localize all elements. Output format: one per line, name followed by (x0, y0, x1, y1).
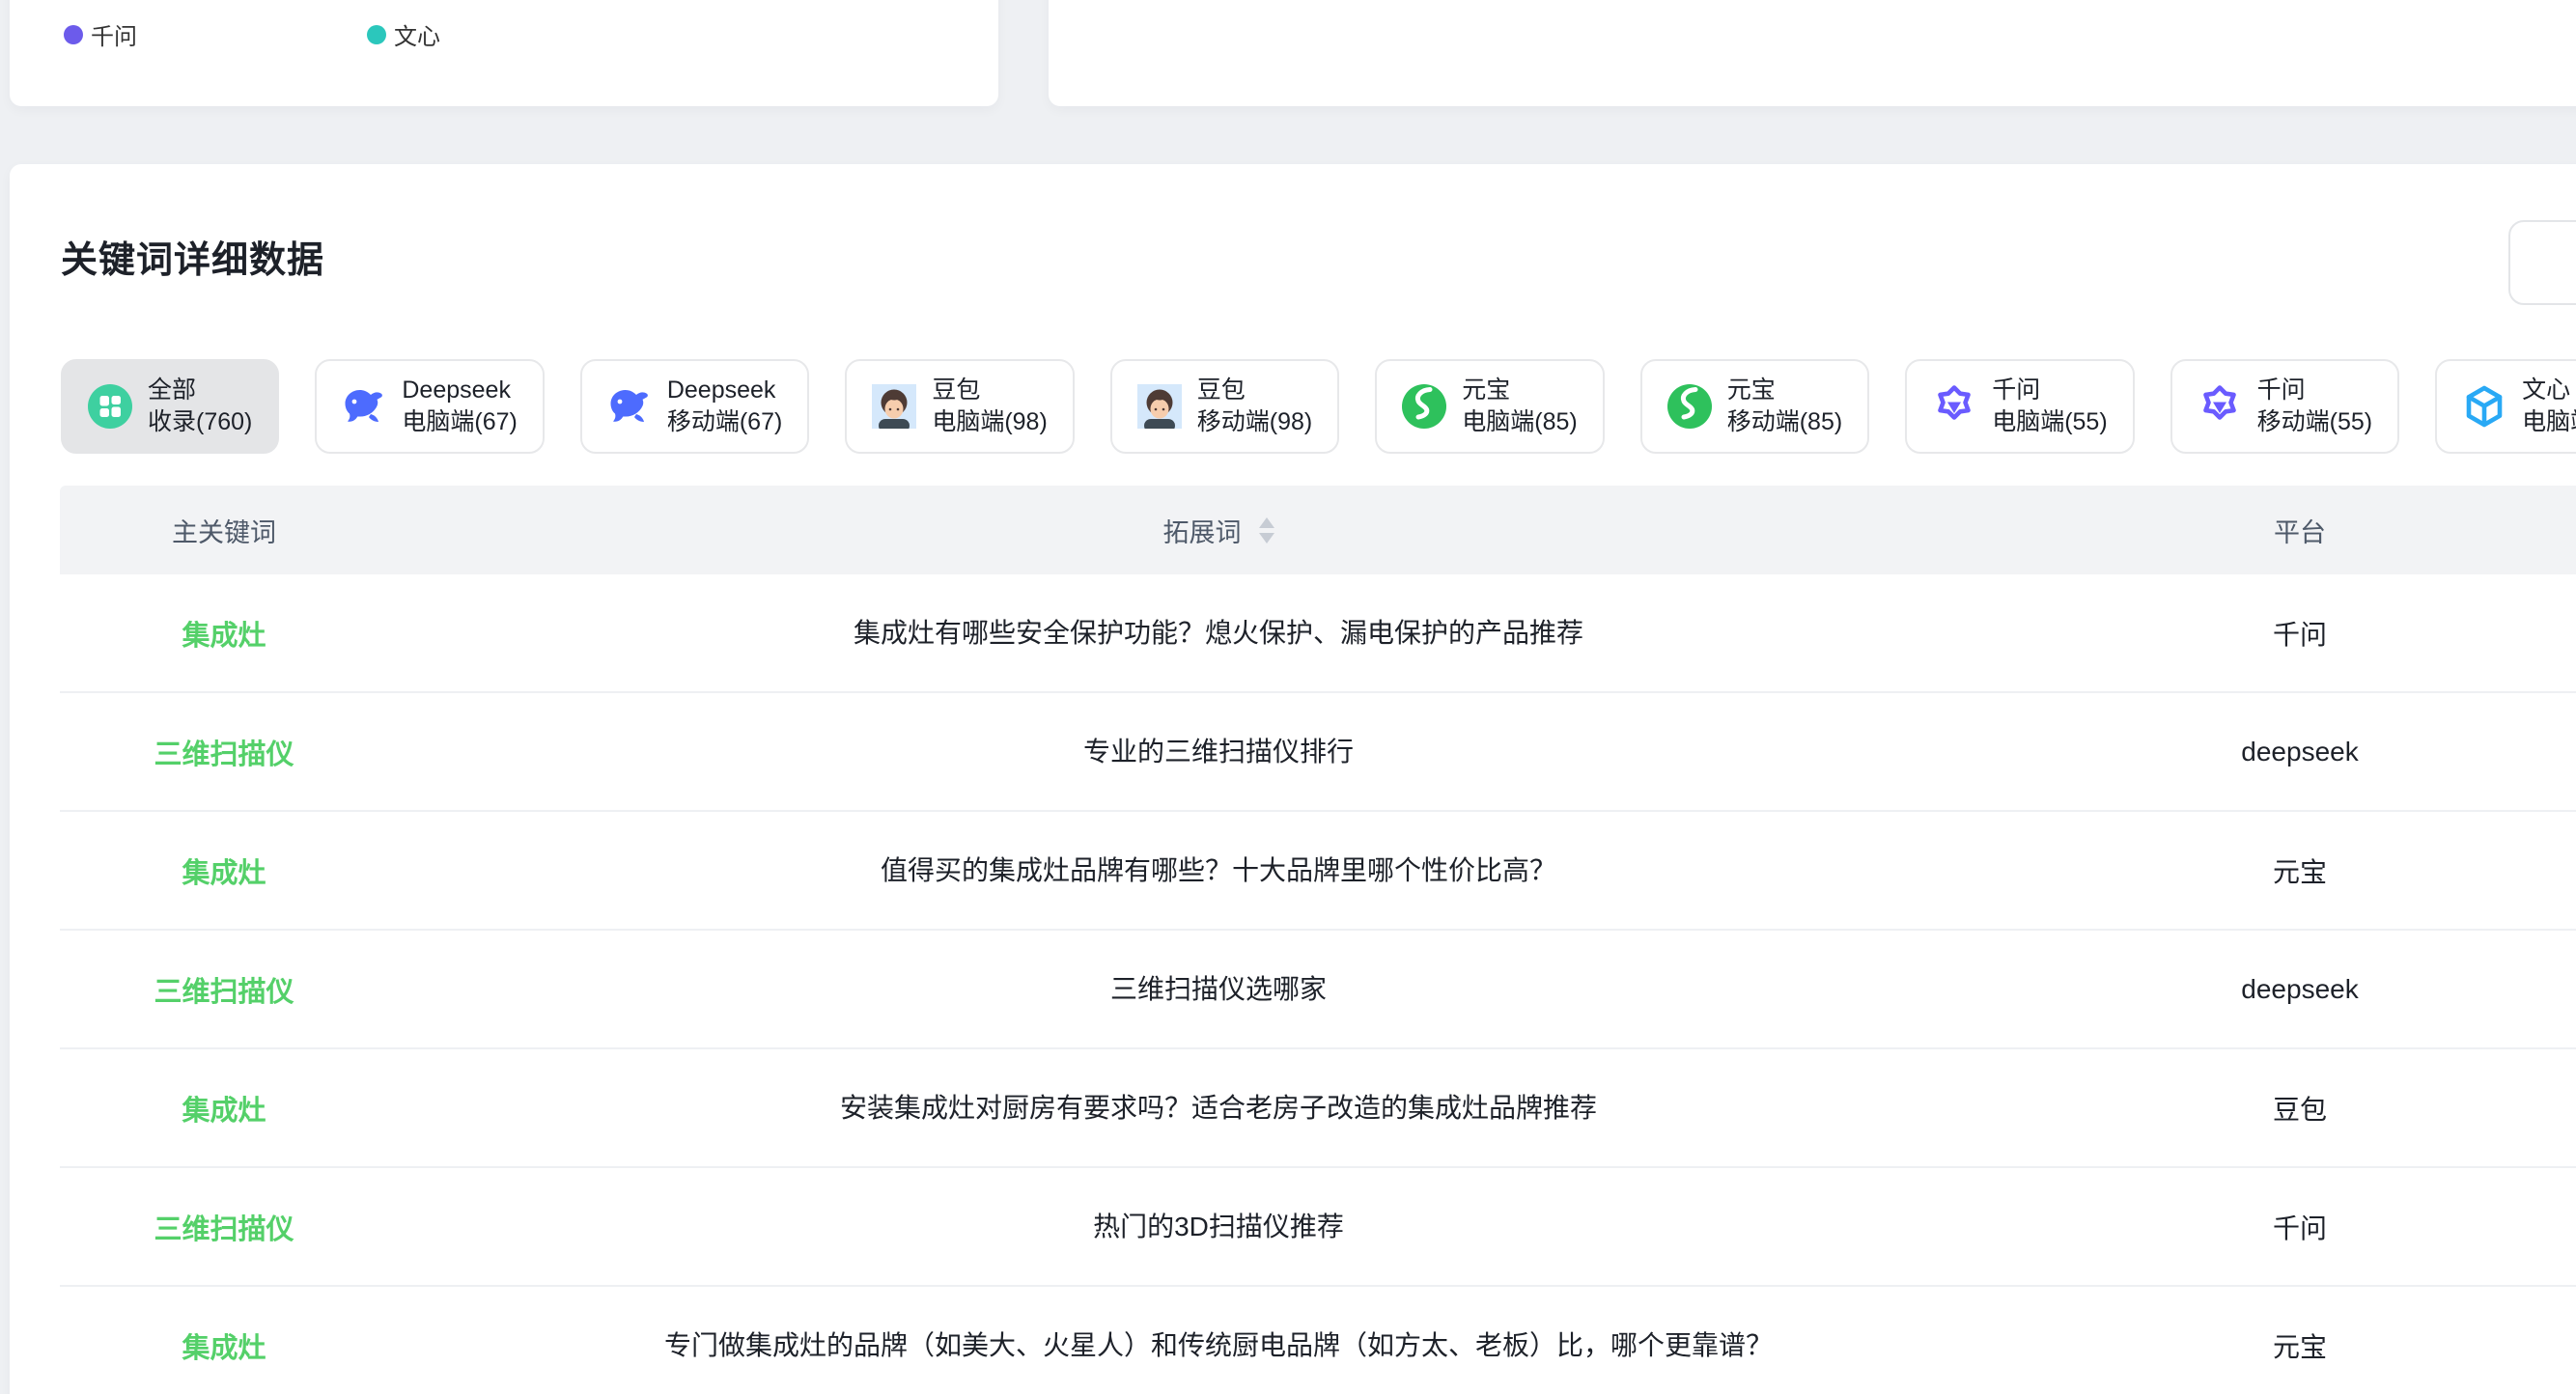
doubao-avatar-icon (1137, 384, 1182, 429)
filter-button[interactable]: Deepseek 电脑端(67) (315, 359, 544, 454)
filter-name: 千问 (2257, 375, 2372, 406)
dashboard-page: { "legend": [ { "label": "千问", "color": … (0, 0, 2576, 1394)
platform-filter-bar: 全部 收录(760) Deepseek 电脑端(67) Deep (61, 359, 2576, 454)
expand-word-text: 安装集成灶对厨房有要求吗？适合老房子改造的集成灶品牌推荐 (821, 1091, 1616, 1126)
header-main-keyword: 主关键词 (60, 512, 388, 549)
filter-count: 移动端(85) (1727, 406, 1842, 438)
main-keyword-link[interactable]: 集成灶 (182, 613, 266, 654)
qianwen-icon (1932, 384, 1976, 429)
expand-word-text: 值得买的集成灶品牌有哪些？十大品牌里哪个性价比高？ (861, 853, 1576, 888)
filter-name: 千问 (1992, 375, 2107, 406)
legend-label: 千问 (91, 17, 137, 51)
filter-count: 收录(760) (148, 406, 252, 438)
table-row[interactable]: 三维扫描仪 热门的3D扫描仪推荐 千问 (60, 1168, 2576, 1287)
filter-button[interactable]: 全部 收录(760) (61, 359, 279, 454)
filter-button[interactable]: 文心 电脑端(75) (2435, 359, 2576, 454)
platform-text: 千问 (2273, 614, 2327, 653)
filter-name: Deepseek (402, 375, 517, 406)
filter-count: 电脑端(67) (402, 406, 517, 438)
filter-button[interactable]: 千问 移动端(55) (2170, 359, 2399, 454)
filter-count: 电脑端(85) (1462, 406, 1577, 438)
table-row[interactable]: 集成灶 集成灶有哪些安全保护功能？熄火保护、漏电保护的产品推荐 千问 (60, 574, 2576, 693)
table-header-row: 主关键词 拓展词 平台 (60, 486, 2576, 574)
platform-text: 豆包 (2273, 1089, 2327, 1128)
filter-name: 豆包 (932, 375, 1047, 406)
keyword-detail-card: 关键词详细数据 全部 收录(760) Deepseek (10, 164, 2576, 1394)
qianwen-icon (2198, 384, 2242, 429)
filter-count: 电脑端(98) (932, 406, 1047, 438)
filter-name: 文心 (2522, 375, 2576, 406)
expand-word-text: 热门的3D扫描仪推荐 (1074, 1210, 1363, 1244)
legend-label: 文心 (394, 17, 440, 51)
table-row[interactable]: 集成灶 安装集成灶对厨房有要求吗？适合老房子改造的集成灶品牌推荐 豆包 (60, 1049, 2576, 1168)
legend-item-qianwen[interactable]: 千问 (64, 17, 137, 51)
yuanbao-icon (1667, 384, 1712, 429)
table-row[interactable]: 集成灶 值得买的集成灶品牌有哪些？十大品牌里哪个性价比高？ 元宝 (60, 812, 2576, 931)
all-grid-icon (88, 384, 132, 429)
table-row[interactable]: 三维扫描仪 三维扫描仪选哪家 deepseek (60, 931, 2576, 1049)
main-keyword-link[interactable]: 三维扫描仪 (154, 1207, 294, 1247)
expand-word-text: 集成灶有哪些安全保护功能？熄火保护、漏电保护的产品推荐 (834, 616, 1603, 651)
platform-text: 元宝 (2273, 851, 2327, 890)
filter-button[interactable]: 豆包 移动端(98) (1110, 359, 1339, 454)
filter-button[interactable]: 元宝 电脑端(85) (1375, 359, 1604, 454)
expand-word-text: 三维扫描仪选哪家 (1091, 972, 1346, 1007)
legend-item-wenxin[interactable]: 文心 (367, 17, 440, 51)
filter-name: 元宝 (1462, 375, 1577, 406)
deepseek-whale-icon (342, 384, 386, 429)
expand-word-text: 专业的三维扫描仪排行 (1064, 735, 1373, 769)
filter-button[interactable]: 千问 电脑端(55) (1905, 359, 2134, 454)
legend-dot-icon (367, 25, 386, 44)
main-keyword-link[interactable]: 三维扫描仪 (154, 969, 294, 1010)
caret-up-icon (1259, 517, 1274, 528)
filter-button[interactable]: 豆包 电脑端(98) (845, 359, 1074, 454)
table-body: 集成灶 集成灶有哪些安全保护功能？熄火保护、漏电保护的产品推荐 千问 三维扫描仪… (60, 574, 2576, 1394)
table-row[interactable]: 集成灶 专门做集成灶的品牌（如美大、火星人）和传统厨电品牌（如方太、老板）比，哪… (60, 1287, 2576, 1394)
search-input[interactable] (2508, 220, 2576, 305)
platform-text: 千问 (2273, 1208, 2327, 1246)
platform-text: deepseek (2241, 737, 2358, 767)
filter-name: 豆包 (1197, 375, 1312, 406)
filter-button[interactable]: Deepseek 移动端(67) (580, 359, 809, 454)
chart-card: 千问 文心 (10, 0, 998, 106)
yuanbao-icon (1402, 384, 1446, 429)
header-expand-word: 拓展词 (388, 512, 2049, 549)
platform-text: deepseek (2241, 974, 2358, 1005)
header-platform: 平台 (2049, 512, 2551, 549)
legend-dot-icon (64, 25, 83, 44)
filter-count: 移动端(98) (1197, 406, 1312, 438)
main-keyword-link[interactable]: 集成灶 (182, 1325, 266, 1366)
filter-count: 电脑端(55) (1992, 406, 2107, 438)
chart-card-right (1049, 0, 2576, 106)
keyword-table: 主关键词 拓展词 平台 集成灶 集成灶有哪些安全保护功能？熄火保护、漏电保护的产… (60, 486, 2576, 1394)
filter-name: Deepseek (667, 375, 782, 406)
main-keyword-link[interactable]: 集成灶 (182, 1088, 266, 1129)
filter-button[interactable]: 元宝 移动端(85) (1640, 359, 1869, 454)
wenxin-icon (2462, 384, 2506, 429)
main-keyword-link[interactable]: 三维扫描仪 (154, 732, 294, 772)
sort-control[interactable] (1259, 517, 1274, 544)
platform-text: 元宝 (2273, 1326, 2327, 1365)
caret-down-icon (1259, 533, 1274, 544)
expand-word-text: 专门做集成灶的品牌（如美大、火星人）和传统厨电品牌（如方太、老板）比，哪个更靠谱… (645, 1328, 1792, 1363)
filter-count: 移动端(55) (2257, 406, 2372, 438)
filter-count: 移动端(67) (667, 406, 782, 438)
filter-name: 全部 (148, 375, 252, 406)
table-row[interactable]: 三维扫描仪 专业的三维扫描仪排行 deepseek (60, 693, 2576, 812)
main-keyword-link[interactable]: 集成灶 (182, 850, 266, 891)
doubao-avatar-icon (872, 384, 916, 429)
section-title: 关键词详细数据 (61, 230, 324, 283)
filter-name: 元宝 (1727, 375, 1842, 406)
deepseek-whale-icon (607, 384, 652, 429)
filter-count: 电脑端(75) (2522, 406, 2576, 438)
